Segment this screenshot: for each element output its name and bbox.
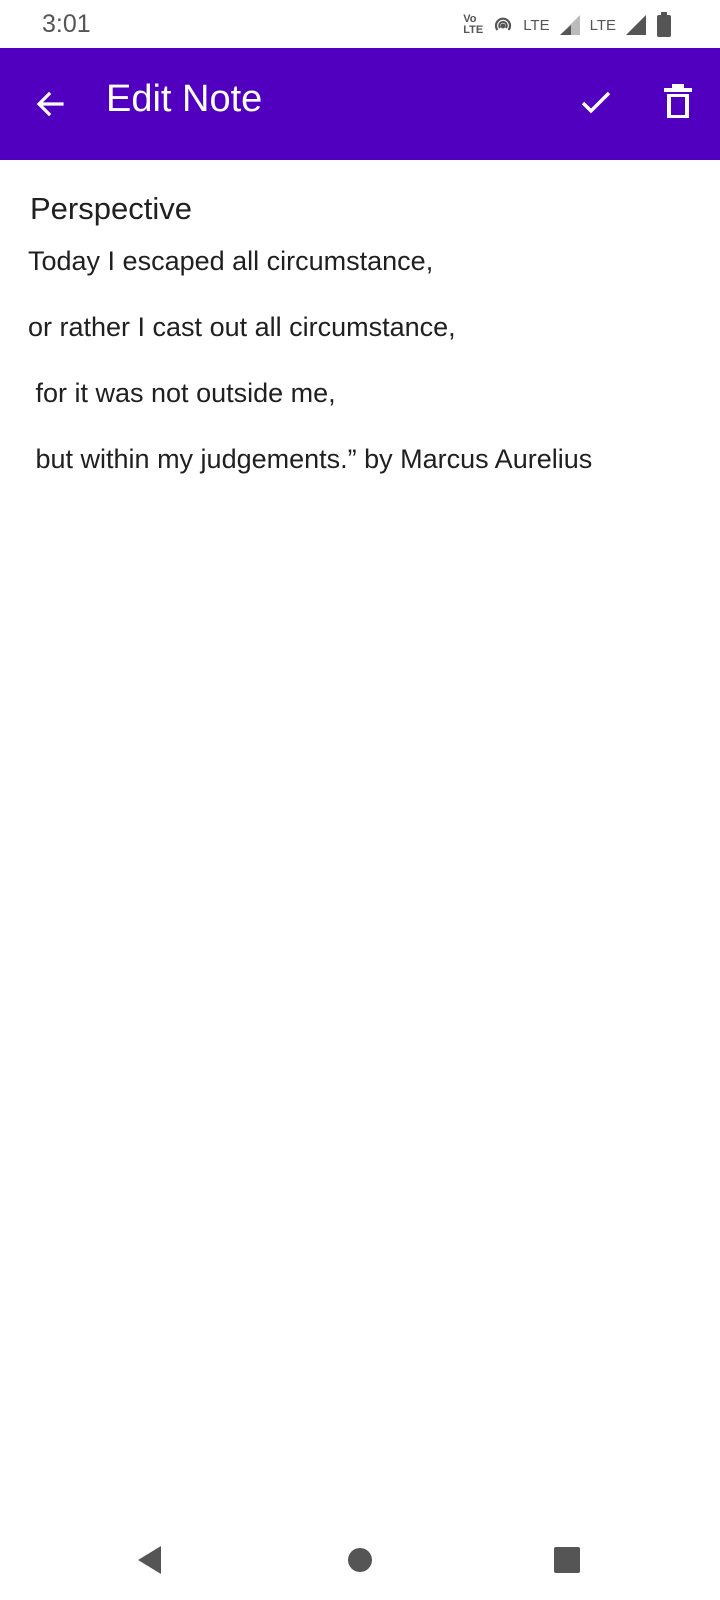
nav-back-button[interactable]	[128, 1538, 172, 1582]
status-bar: 3:01 Vo LTE LTE LTE	[0, 0, 720, 48]
back-arrow-icon	[36, 91, 64, 117]
signal-icon	[626, 15, 646, 35]
check-icon	[581, 91, 611, 114]
lte-label-2: LTE	[589, 16, 616, 34]
note-line: but within my judgements.” by Marcus Aur…	[28, 444, 593, 474]
note-line: Today I escaped all circumstance,	[28, 246, 434, 276]
delete-button[interactable]	[654, 78, 702, 126]
signal-icon	[559, 15, 580, 35]
back-triangle-icon	[138, 1546, 161, 1574]
save-button[interactable]	[572, 78, 620, 126]
volte-icon: Vo LTE	[463, 14, 483, 36]
note-line: for it was not outside me,	[28, 378, 336, 408]
battery-icon	[657, 12, 671, 37]
note-line: or rather I cast out all circumstance,	[28, 312, 456, 342]
home-circle-icon	[348, 1548, 372, 1572]
trash-icon	[664, 84, 692, 118]
recents-square-icon	[554, 1547, 580, 1573]
status-icons: Vo LTE LTE LTE	[463, 10, 672, 40]
status-time: 3:01	[42, 10, 91, 38]
note-title-input[interactable]	[28, 190, 692, 228]
page-title: Edit Note	[106, 78, 263, 120]
nav-recents-button[interactable]	[545, 1538, 589, 1582]
back-button[interactable]	[28, 82, 72, 126]
system-nav-bar	[0, 1518, 720, 1600]
note-body-editor[interactable]: Today I escaped all circumstance, or rat…	[28, 243, 688, 507]
volte-bottom-label: LTE	[463, 24, 484, 36]
hotspot-icon	[495, 17, 512, 31]
lte-label-1: LTE	[523, 16, 550, 34]
nav-home-button[interactable]	[338, 1538, 382, 1582]
app-bar: Edit Note	[0, 48, 720, 160]
